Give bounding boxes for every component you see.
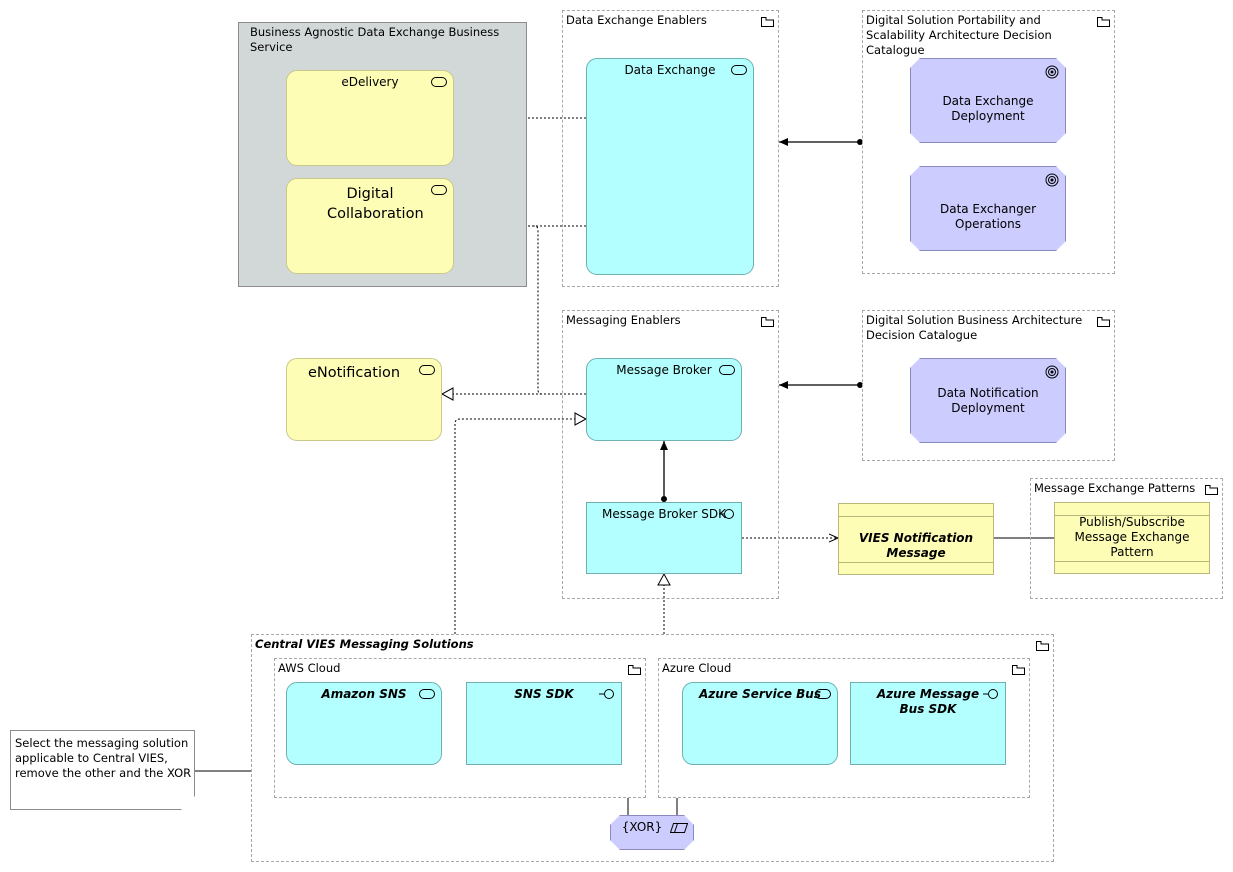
application-service-icon: [419, 689, 435, 699]
element-digital-collaboration[interactable]: Digital Collaboration: [286, 178, 454, 274]
element-data-notification-deployment[interactable]: Data Notification Deployment: [910, 358, 1066, 443]
element-amazon-sns[interactable]: Amazon SNS: [286, 682, 442, 765]
application-interface-icon: [599, 689, 614, 699]
group-data-exchange-enablers-label: Data Exchange Enablers: [566, 13, 707, 27]
element-vies-notification-message[interactable]: VIES Notification Message: [838, 503, 994, 575]
data-exchange-label: Data Exchange: [624, 63, 716, 77]
group-business-arch-catalogue-label: Digital Solution Business Architecture D…: [866, 313, 1083, 342]
group-messaging-enablers-label: Messaging Enablers: [566, 313, 681, 327]
amazon-sns-label: Amazon SNS: [321, 687, 407, 701]
goal-icon: [1045, 173, 1059, 187]
application-interface-icon: [719, 509, 734, 519]
constraint-icon: [670, 823, 688, 833]
goal-icon: [1045, 365, 1059, 379]
element-message-broker[interactable]: Message Broker: [586, 358, 742, 441]
data-exchanger-operations-label: Data Exchanger Operations: [939, 202, 1037, 231]
folder-icon: [1205, 485, 1218, 495]
folder-icon: [761, 317, 774, 327]
goal-icon: [1045, 65, 1059, 79]
group-portability-catalogue-label: Digital Solution Portability and Scalabi…: [866, 13, 1052, 57]
element-data-exchange-deployment[interactable]: Data Exchange Deployment: [910, 58, 1066, 143]
note-text: Select the messaging solution applicable…: [15, 736, 192, 780]
message-broker-sdk-label: Message Broker SDK: [601, 507, 727, 521]
data-object-header-band: [839, 516, 993, 517]
group-message-exchange-patterns-label: Message Exchange Patterns: [1034, 481, 1196, 495]
azure-service-bus-label: Azure Service Bus: [699, 687, 821, 701]
xor-label: {XOR}: [621, 820, 663, 834]
element-sns-sdk[interactable]: SNS SDK: [466, 682, 622, 765]
enotification-label: eNotification: [307, 365, 401, 381]
group-business-service-label: Business Agnostic Data Exchange Business…: [250, 25, 500, 54]
message-broker-label: Message Broker: [616, 363, 712, 377]
data-object-footer-band: [839, 562, 993, 563]
data-notification-deployment-label: Data Notification Deployment: [937, 386, 1039, 415]
group-azure-cloud-label: Azure Cloud: [662, 661, 732, 675]
folder-icon: [1036, 641, 1049, 651]
folder-icon: [1097, 317, 1110, 327]
element-edelivery[interactable]: eDelivery: [286, 70, 454, 166]
element-message-broker-sdk[interactable]: Message Broker SDK: [586, 502, 742, 574]
pubsub-pattern-label: Publish/Subscribe Message Exchange Patte…: [1074, 515, 1190, 559]
element-data-exchange[interactable]: Data Exchange: [586, 58, 754, 275]
data-object-footer-band: [1055, 561, 1209, 562]
application-service-icon: [731, 65, 747, 75]
edelivery-label: eDelivery: [341, 75, 399, 89]
element-azure-service-bus[interactable]: Azure Service Bus: [682, 682, 838, 765]
folder-icon: [761, 17, 774, 27]
application-service-icon: [815, 689, 831, 699]
note-select-messaging-solution[interactable]: Select the messaging solution applicable…: [10, 730, 195, 810]
element-xor-constraint[interactable]: {XOR}: [610, 815, 694, 850]
azure-message-bus-sdk-label: Azure Message Bus SDK: [876, 687, 980, 716]
group-central-vies-label: Central VIES Messaging Solutions: [255, 637, 474, 651]
element-enotification[interactable]: eNotification: [286, 358, 442, 441]
vies-notification-message-label: VIES Notification Message: [858, 531, 974, 560]
sns-sdk-label: SNS SDK: [514, 687, 574, 701]
data-exchange-deployment-label: Data Exchange Deployment: [942, 94, 1034, 123]
business-service-icon: [431, 77, 447, 87]
element-azure-message-bus-sdk[interactable]: Azure Message Bus SDK: [850, 682, 1006, 765]
folder-icon: [628, 665, 641, 675]
group-aws-cloud-label: AWS Cloud: [278, 661, 341, 675]
application-interface-icon: [983, 689, 998, 699]
application-service-icon: [719, 365, 735, 375]
business-service-icon: [419, 365, 435, 375]
folder-icon: [1097, 17, 1110, 27]
element-data-exchanger-operations[interactable]: Data Exchanger Operations: [910, 166, 1066, 251]
element-pubsub-pattern[interactable]: Publish/Subscribe Message Exchange Patte…: [1054, 502, 1210, 574]
folder-icon: [1012, 665, 1025, 675]
digital-collaboration-label: Digital Collaboration: [327, 186, 424, 222]
business-service-icon: [431, 185, 447, 195]
